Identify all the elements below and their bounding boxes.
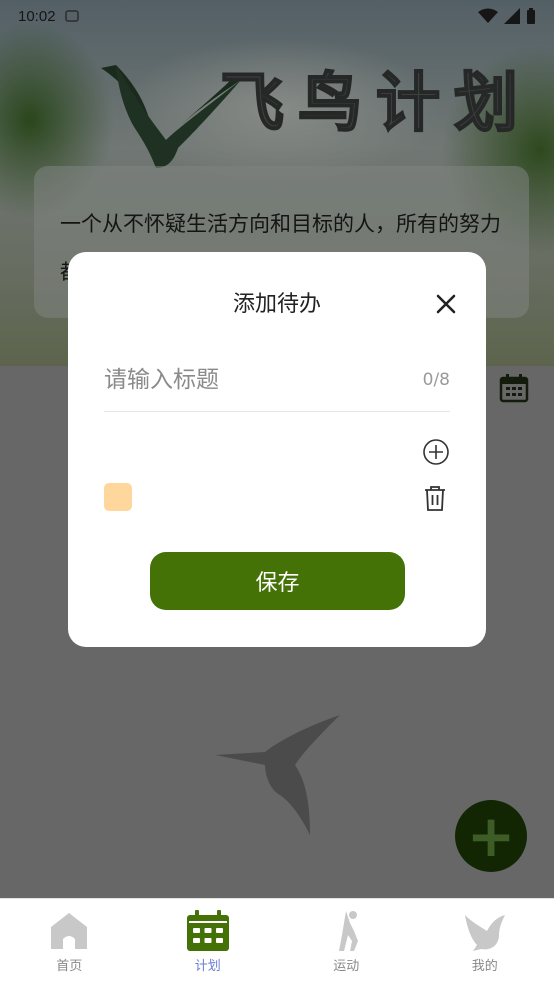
char-counter: 0/8: [422, 370, 450, 390]
dove-icon: [464, 915, 505, 951]
title-field: 0/8: [104, 358, 450, 412]
trash-icon[interactable]: [423, 484, 447, 512]
nav-label-home: 首页: [56, 959, 83, 974]
nav-item-mine[interactable]: 我的: [416, 899, 554, 984]
add-circle-icon[interactable]: [422, 438, 450, 466]
exercise-icon: [339, 911, 359, 951]
home-icon: [51, 913, 88, 949]
nav-item-exercise[interactable]: 运动: [277, 899, 416, 984]
calendar-icon: [186, 910, 229, 951]
nav-item-plan[interactable]: 计划: [139, 899, 278, 984]
title-input[interactable]: [104, 358, 404, 402]
close-icon[interactable]: [434, 292, 458, 316]
bottom-nav: 首页 计划 运动 我的: [0, 898, 554, 984]
add-todo-dialog: 添加待办 0/8 保存: [68, 252, 486, 647]
color-swatch[interactable]: [104, 483, 132, 511]
nav-item-home[interactable]: 首页: [0, 899, 139, 984]
nav-label-plan: 计划: [194, 959, 221, 974]
save-button[interactable]: 保存: [150, 552, 405, 610]
nav-label-exercise: 运动: [333, 959, 360, 974]
dialog-title: 添加待办: [232, 292, 321, 317]
nav-label-mine: 我的: [471, 959, 498, 974]
